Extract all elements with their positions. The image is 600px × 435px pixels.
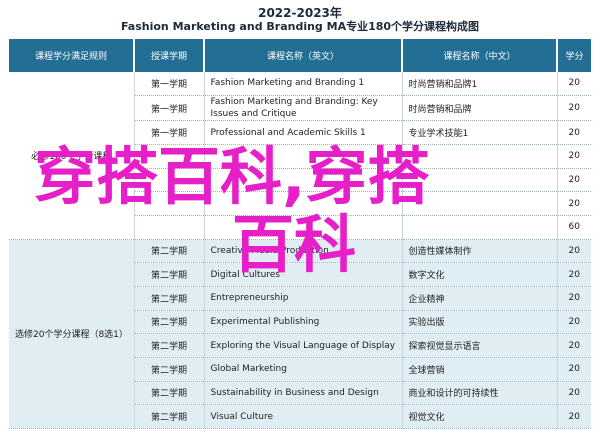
semester-cell: 第二学期 [134,310,205,335]
course-name-zh: 时尚营销和品牌 [402,95,558,122]
table-row: 选修20个学分课程（8选1） 第二学期 Creative Media Produ… [9,239,591,430]
semester-cell: 第二学期 [134,333,205,358]
course-name-zh: 实验出版 [402,310,558,335]
course-name-zh: 企业精神 [402,286,558,311]
semester-cell [134,144,205,169]
column-header-name-en: 课程名称（英文） [204,39,403,72]
group-label-required: 必修160个学分课程 [9,72,135,240]
credits-cell: 20 [557,191,591,216]
course-name-en: Entrepreneurship [204,286,403,311]
page-title: Fashion Marketing and Branding MA专业180个学… [120,20,480,33]
credits-cell: 20 [557,168,591,193]
credits-cell: 20 [557,286,591,311]
column-header-credits: 学分 [557,39,591,72]
curriculum-table: 课程学分满足规则 授课学期 课程名称（英文） 课程名称（中文） 学分 必修160… [9,39,591,430]
credits-cell: 20 [557,144,591,169]
course-name-zh: 视觉文化 [402,404,558,429]
course-name-zh: 时尚营销和品牌1 [402,72,558,96]
course-name-zh [402,168,558,193]
course-name-en: Exploring the Visual Language of Display [204,333,403,358]
semester-cell: 第二学期 [134,239,205,264]
course-name-en: Fashion Marketing and Branding 1 [204,72,403,96]
table-header-row: 课程学分满足规则 授课学期 课程名称（英文） 课程名称（中文） 学分 [9,39,591,72]
course-name-en: Sustainability in Business and Design [204,381,403,406]
course-name-zh: 全球营销 [402,357,558,382]
course-name-zh: 创造性媒体制作 [402,239,558,264]
semester-cell: 第一学期 [134,72,205,96]
group-label-elective: 选修20个学分课程（8选1） [9,239,135,430]
column-header-name-zh: 课程名称（中文） [402,39,558,72]
semester-cell: 第二学期 [134,262,205,287]
course-name-zh: 探索视觉显示语言 [402,333,558,358]
column-header-rule: 课程学分满足规则 [9,39,135,72]
semester-cell: 第二学期 [134,381,205,406]
credits-cell: 20 [557,262,591,287]
course-name-en [204,168,403,193]
credits-cell: 20 [557,239,591,264]
credits-cell: 60 [557,215,591,240]
semester-cell: 第二学期 [134,286,205,311]
course-name-en: Experimental Publishing [204,310,403,335]
credits-cell: 20 [557,120,591,146]
semester-cell: 第一学期 [134,95,205,122]
course-name-en [204,215,403,240]
credits-cell: 20 [557,72,591,96]
course-name-en: Global Marketing [204,357,403,382]
course-name-zh: 专业学术技能1 [402,120,558,146]
credits-cell: 20 [557,404,591,429]
course-name-en: Professional and Academic Skills 1 [204,120,403,146]
semester-cell: 第二学期 [134,404,205,429]
semester-cell: 第二学期 [134,357,205,382]
course-name-en: Creative Media Production [204,239,403,264]
course-name-en [204,191,403,216]
semester-cell: 第一学期 [134,120,205,146]
semester-cell [134,168,205,193]
credits-cell: 20 [557,95,591,122]
table-row: 必修160个学分课程 第一学期 Fashion Marketing and Br… [9,72,591,240]
course-name-en: Visual Culture [204,404,403,429]
course-name-zh [402,191,558,216]
credits-cell: 20 [557,310,591,335]
credits-cell: 20 [557,333,591,358]
course-name-zh [402,215,558,240]
credits-cell: 20 [557,357,591,382]
course-name-en [204,144,403,169]
course-name-en: Fashion Marketing and Branding: Key Issu… [204,95,403,122]
credits-cell: 20 [557,381,591,406]
course-name-en: Digital Cultures [204,262,403,287]
course-name-zh: 数字文化 [402,262,558,287]
column-header-semester: 授课学期 [134,39,205,72]
course-name-zh: 商业和设计的可持续性 [402,381,558,406]
semester-cell [134,215,205,240]
semester-cell [134,191,205,216]
course-name-zh [402,144,558,169]
